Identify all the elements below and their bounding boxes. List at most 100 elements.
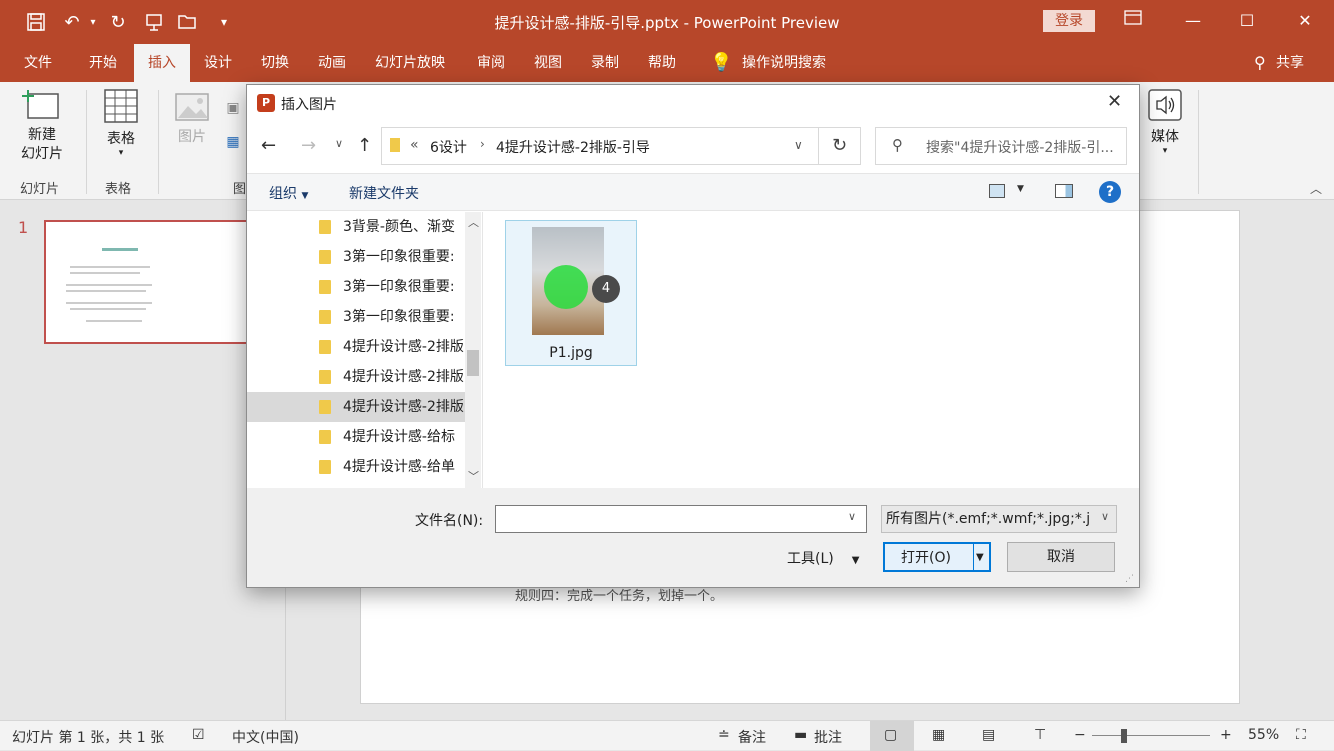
nav-folder-label: 3第一印象很重要:: [343, 249, 455, 265]
filename-input[interactable]: ∨: [495, 505, 867, 533]
tools-button[interactable]: 工具(L) ▼: [787, 548, 859, 568]
open-dropdown-icon[interactable]: ▼: [976, 544, 984, 572]
help-icon[interactable]: ?: [1099, 181, 1121, 203]
comments-icon[interactable]: ▬: [794, 727, 807, 743]
zoom-level[interactable]: 55%: [1248, 727, 1279, 743]
file-type-select[interactable]: 所有图片(*.emf;*.wmf;*.jpg;*.j: [881, 505, 1117, 533]
file-type-chevron-icon[interactable]: ∨: [1101, 510, 1109, 523]
nav-folder-item-selected[interactable]: 4提升设计感-2排版: [247, 392, 465, 422]
media-button[interactable]: 媒体 ▾: [1140, 88, 1190, 156]
tab-record[interactable]: 录制: [589, 44, 621, 82]
tab-insert[interactable]: 插入: [134, 44, 190, 82]
chevron-down-icon[interactable]: ∨: [848, 510, 856, 523]
tab-help[interactable]: 帮助: [646, 44, 678, 82]
new-folder-button[interactable]: 新建文件夹: [349, 183, 419, 203]
fit-to-window-icon[interactable]: ⛶: [1296, 727, 1306, 743]
open-button[interactable]: 打开(O) ▼: [883, 542, 991, 572]
nav-folder-label: 4提升设计感-给单: [343, 459, 455, 475]
recent-locations-icon[interactable]: ∨: [335, 137, 343, 150]
scroll-down-icon[interactable]: ﹀: [468, 468, 479, 484]
address-box[interactable]: « 6设计 › 4提升设计感-2排版-引导 ∨: [381, 127, 819, 165]
group-label-slides: 幻灯片: [20, 182, 60, 197]
minimize-icon[interactable]: —: [1178, 8, 1208, 34]
nav-folder-item[interactable]: 4提升设计感-2排版: [247, 332, 465, 362]
nav-folder-item[interactable]: 4提升设计感-给标: [247, 422, 465, 452]
media-dropdown-icon: ▾: [1162, 146, 1168, 156]
collapse-ribbon-icon[interactable]: ︿: [1308, 180, 1324, 197]
comments-button[interactable]: 批注: [814, 727, 842, 747]
nav-folder-item[interactable]: 4提升设计感-2排版: [247, 362, 465, 392]
tab-file[interactable]: 文件: [22, 44, 54, 82]
thumb-text-line: [66, 290, 146, 292]
reading-view-icon[interactable]: ▤: [982, 727, 995, 743]
file-thumbnail: 4: [532, 227, 620, 335]
notes-icon[interactable]: ≐: [718, 727, 730, 743]
slide-sorter-icon[interactable]: ▦: [932, 727, 945, 743]
up-folder-icon[interactable]: ↑: [357, 135, 372, 156]
chevron-right-icon[interactable]: ›: [480, 137, 485, 151]
ribbon-display-options-icon[interactable]: [1118, 8, 1148, 34]
nav-folder-item[interactable]: 4提升设计感-给单: [247, 452, 465, 482]
breadcrumb-item[interactable]: 4提升设计感-2排版-引导: [496, 137, 650, 157]
ribbon-separator: [158, 90, 159, 194]
resize-grip-icon[interactable]: ⋰: [1125, 574, 1134, 584]
table-button[interactable]: 表格 ▾: [96, 88, 146, 158]
scrollbar-thumb[interactable]: [467, 350, 479, 376]
share-button[interactable]: 共享: [1274, 44, 1306, 82]
zoom-in-icon[interactable]: +: [1220, 727, 1232, 743]
file-name: P1.jpg: [549, 345, 593, 361]
forward-icon[interactable]: →: [301, 135, 316, 156]
tab-home[interactable]: 开始: [87, 44, 119, 82]
nav-scrollbar[interactable]: ︿ ﹀: [465, 212, 481, 488]
slide-thumbnail[interactable]: [44, 220, 252, 344]
maximize-icon[interactable]: ☐: [1232, 8, 1262, 34]
zoom-slider-thumb[interactable]: [1121, 729, 1127, 743]
change-view-icon[interactable]: [989, 184, 1005, 198]
login-button[interactable]: 登录: [1043, 10, 1095, 32]
tab-slideshow[interactable]: 幻灯片放映: [373, 44, 447, 82]
ribbon-tabs: 文件 开始 插入 设计 切换 动画 幻灯片放映 审阅 视图 录制 帮助 💡 操作…: [0, 44, 1334, 82]
cancel-button[interactable]: 取消: [1007, 542, 1115, 572]
organize-button[interactable]: 组织 ▼: [269, 183, 308, 203]
tab-review[interactable]: 审阅: [475, 44, 507, 82]
folder-icon: [319, 220, 331, 234]
screenshot-icon[interactable]: ▣: [222, 100, 244, 116]
zoom-out-icon[interactable]: −: [1074, 727, 1086, 743]
tab-transitions[interactable]: 切换: [259, 44, 291, 82]
view-dropdown-icon[interactable]: ▼: [1017, 184, 1024, 194]
scroll-up-icon[interactable]: ︿: [468, 214, 479, 230]
nav-folder-item[interactable]: 3第一印象很重要:: [247, 272, 465, 302]
breadcrumb-item[interactable]: 6设计: [430, 137, 467, 157]
nav-folder-item[interactable]: 3背景-颜色、渐变: [247, 212, 465, 242]
breadcrumb-overflow[interactable]: «: [410, 137, 419, 153]
language-indicator[interactable]: 中文(中国): [232, 727, 299, 747]
notes-button[interactable]: 备注: [738, 727, 766, 747]
zoom-slider-track[interactable]: [1092, 735, 1210, 736]
folder-icon: [319, 340, 331, 354]
dialog-title: 插入图片: [281, 97, 337, 113]
touch-indicator: [544, 265, 588, 309]
tell-me-search[interactable]: 操作说明搜索: [740, 44, 828, 82]
slideshow-view-icon[interactable]: ⊤: [1034, 727, 1046, 743]
chevron-down-icon[interactable]: ∨: [794, 138, 803, 152]
folder-icon: [319, 460, 331, 474]
tab-animations[interactable]: 动画: [316, 44, 348, 82]
file-item[interactable]: 4 P1.jpg: [505, 220, 637, 366]
preview-pane-icon[interactable]: [1055, 184, 1073, 198]
new-slide-button[interactable]: 新建 幻灯片: [10, 88, 74, 164]
photo-album-icon[interactable]: ▦: [222, 134, 244, 150]
close-window-icon[interactable]: ✕: [1290, 8, 1320, 34]
nav-folder-item[interactable]: 3第一印象很重要:: [247, 242, 465, 272]
tab-view[interactable]: 视图: [532, 44, 564, 82]
refresh-icon[interactable]: ↻: [819, 127, 861, 165]
search-input[interactable]: ⚲ 搜索"4提升设计感-2排版-引...: [875, 127, 1127, 165]
tab-design[interactable]: 设计: [202, 44, 234, 82]
accessibility-icon[interactable]: ☑: [192, 727, 205, 743]
lightbulb-icon: 💡: [710, 52, 733, 73]
normal-view-icon: ▢: [884, 727, 898, 743]
close-dialog-icon[interactable]: ✕: [1107, 91, 1122, 112]
dialog-footer: 文件名(N): ∨ 所有图片(*.emf;*.wmf;*.jpg;*.j ∨ 工…: [247, 488, 1139, 587]
back-icon[interactable]: ←: [261, 135, 276, 156]
picture-button[interactable]: 图片: [170, 92, 214, 146]
nav-folder-item[interactable]: 3第一印象很重要:: [247, 302, 465, 332]
